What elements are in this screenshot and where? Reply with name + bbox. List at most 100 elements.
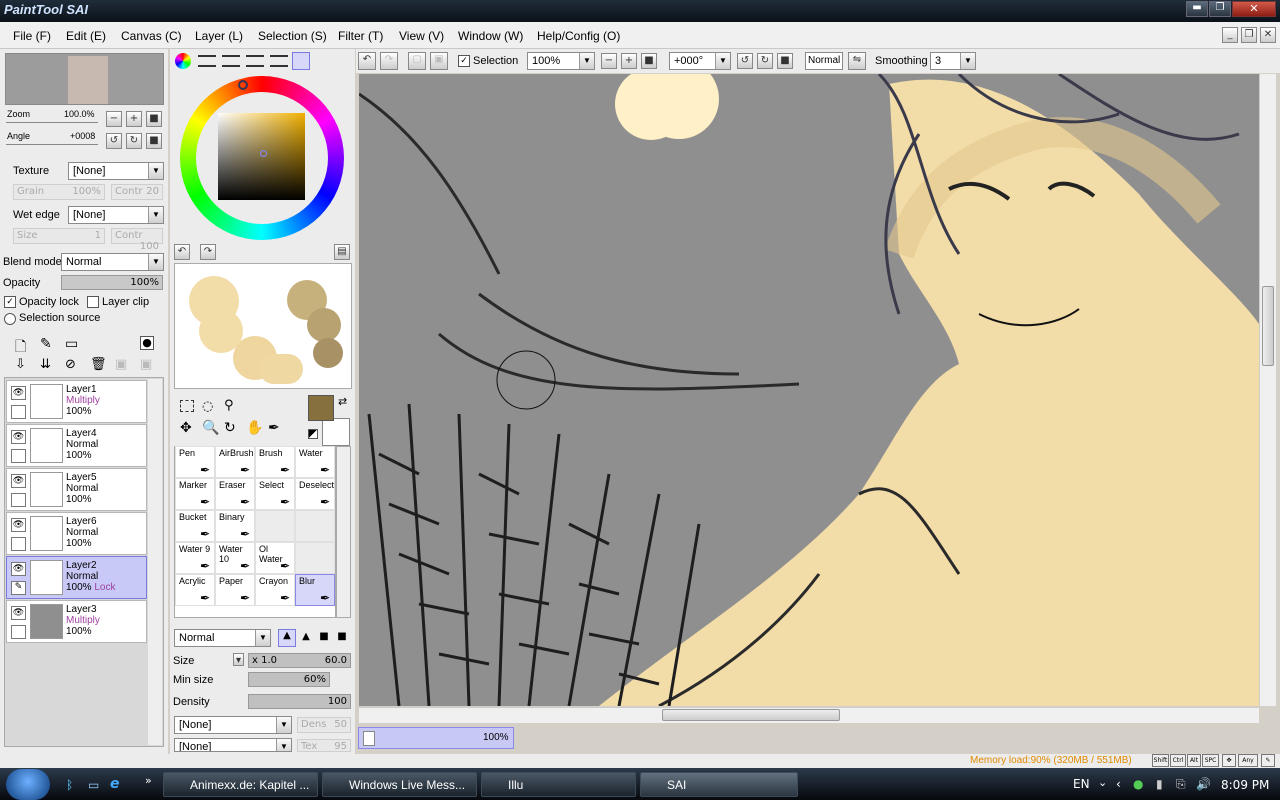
- clock[interactable]: 8:09 PM: [1221, 778, 1269, 792]
- selection-source-radio[interactable]: [4, 313, 16, 325]
- layer-row[interactable]: 👁 Layer6 Normal 100%: [6, 512, 147, 555]
- background-color-swatch[interactable]: [322, 418, 350, 446]
- opacity-lock-checkbox[interactable]: ✓: [4, 296, 16, 308]
- menu-canvas[interactable]: Canvas (C): [121, 29, 182, 43]
- menu-edit[interactable]: Edit (E): [66, 29, 106, 43]
- blend-mode-dropdown[interactable]: Normal ▼: [61, 253, 164, 271]
- show-desktop-icon[interactable]: ▭: [88, 778, 99, 792]
- redo-color-icon[interactable]: ↷: [200, 244, 216, 260]
- hsv-slider-mode-icon[interactable]: [222, 55, 240, 67]
- eye-icon[interactable]: 👁: [11, 518, 26, 532]
- transfer-down-icon[interactable]: ⇩: [15, 357, 26, 372]
- tool-crayon[interactable]: Crayon ✒: [255, 574, 295, 606]
- vertical-scroll-thumb[interactable]: [1262, 286, 1274, 366]
- network-icon[interactable]: ⎘: [1176, 777, 1186, 792]
- menu-file[interactable]: File (F): [13, 29, 51, 43]
- start-button[interactable]: [6, 769, 50, 800]
- canvas-angle-dropdown[interactable]: +000° ▼: [669, 52, 731, 70]
- wet-edge-dropdown[interactable]: [None] ▼: [68, 206, 164, 224]
- navigator-preview[interactable]: [5, 53, 164, 105]
- layer-clip-checkbox[interactable]: [87, 296, 99, 308]
- layer-lock-toggle[interactable]: [11, 625, 26, 639]
- clear-layer-icon[interactable]: ⊘: [65, 357, 76, 372]
- rgb-slider-mode-icon[interactable]: [198, 55, 216, 67]
- rotate-reset-button[interactable]: ■: [146, 133, 162, 149]
- layer-lock-toggle[interactable]: [11, 493, 26, 507]
- layer-row[interactable]: 👁 Layer1 Multiply 100%: [6, 380, 147, 423]
- canvas-rotate-left-button[interactable]: ↺: [737, 53, 753, 69]
- layer-lock-toggle[interactable]: [11, 537, 26, 551]
- tool-bucket[interactable]: Bucket ✒: [175, 510, 215, 542]
- layer-row-selected[interactable]: 👁 ✎ Layer2 Normal 100% Lock: [6, 556, 147, 599]
- density-slider[interactable]: 100: [248, 694, 351, 709]
- layer-row[interactable]: 👁 Layer5 Normal 100%: [6, 468, 147, 511]
- canvas-zoom-out-button[interactable]: −: [601, 53, 617, 69]
- tray-app-icon[interactable]: ●: [1133, 777, 1143, 791]
- brush-texture-dropdown[interactable]: [None] ▼: [174, 716, 292, 734]
- menu-window[interactable]: Window (W): [458, 29, 523, 43]
- canvas-zoom-dropdown[interactable]: 100% ▼: [527, 52, 595, 70]
- tool-ol-water[interactable]: Ol Water ✒: [255, 542, 295, 574]
- color-wheel-mode-icon[interactable]: [175, 53, 191, 69]
- tool-brush[interactable]: Brush ✒: [255, 446, 295, 478]
- rotate-left-button[interactable]: ↺: [106, 133, 122, 149]
- magic-wand-icon[interactable]: ⚲: [224, 398, 234, 413]
- quicklaunch-more-icon[interactable]: »: [145, 774, 152, 787]
- canvas[interactable]: [359, 74, 1259, 706]
- merge-down-icon[interactable]: ⇊: [40, 357, 51, 372]
- menu-view[interactable]: View (V): [399, 29, 444, 43]
- volume-icon[interactable]: 🔊: [1196, 777, 1211, 791]
- horizontal-scroll-thumb[interactable]: [662, 709, 840, 721]
- menu-filter[interactable]: Filter (T): [338, 29, 383, 43]
- tool-grid-scrollbar[interactable]: [336, 446, 351, 618]
- hand-icon[interactable]: ✋: [246, 420, 263, 436]
- smoothing-dropdown[interactable]: 3 ▼: [930, 52, 976, 70]
- new-linework-layer-icon[interactable]: ✎: [40, 336, 52, 352]
- swap-colors-icon[interactable]: ⇄: [338, 395, 347, 408]
- zoom-in-button[interactable]: +: [126, 111, 142, 127]
- brush-shape-flat-icon[interactable]: ■: [316, 631, 332, 645]
- language-indicator[interactable]: EN: [1073, 777, 1090, 791]
- zoom-value[interactable]: 100.0%: [64, 109, 95, 119]
- close-button[interactable]: ✕: [1232, 1, 1276, 17]
- restore-button[interactable]: ❐: [1209, 1, 1231, 17]
- eye-icon[interactable]: 👁: [11, 474, 26, 488]
- tool-marker[interactable]: Marker ✒: [175, 478, 215, 510]
- minimize-button[interactable]: ▬: [1186, 1, 1208, 17]
- tool-pen[interactable]: Pen ✒: [175, 446, 215, 478]
- tool-deselect[interactable]: Deselect ✒: [295, 478, 335, 510]
- undo-icon[interactable]: ↶: [358, 52, 376, 70]
- layer-row[interactable]: 👁 Layer4 Normal 100%: [6, 424, 147, 467]
- tray-expand-icon[interactable]: ‹: [1116, 777, 1121, 791]
- color-wheel[interactable]: [180, 76, 344, 240]
- tool-water[interactable]: Water ✒: [295, 446, 335, 478]
- tool-airbrush[interactable]: AirBrush ✒: [215, 446, 255, 478]
- scratchpad[interactable]: [174, 263, 352, 389]
- undo-color-icon[interactable]: ↶: [174, 244, 190, 260]
- eye-icon[interactable]: 👁: [11, 430, 26, 444]
- task-windows-live[interactable]: Windows Live Mess...: [322, 772, 477, 797]
- min-size-slider[interactable]: 60%: [248, 672, 330, 687]
- rotate-right-button[interactable]: ↻: [126, 133, 142, 149]
- doc-minimize-button[interactable]: _: [1222, 27, 1238, 43]
- menu-help-config[interactable]: Help/Config (O): [537, 29, 620, 43]
- tool-paper[interactable]: Paper ✒: [215, 574, 255, 606]
- swatches-mode-icon[interactable]: [246, 55, 264, 67]
- zoom-reset-button[interactable]: ■: [146, 111, 162, 127]
- angle-slider[interactable]: [6, 144, 98, 145]
- pen-icon[interactable]: ✎: [11, 581, 26, 595]
- new-folder-icon[interactable]: ▭: [65, 336, 78, 352]
- scratchpad-mode-icon[interactable]: [270, 55, 288, 67]
- menu-layer[interactable]: Layer (L): [195, 29, 243, 43]
- ie-icon[interactable]: e: [110, 776, 120, 792]
- tool-binary[interactable]: Binary ✒: [215, 510, 255, 542]
- doc-close-button[interactable]: ✕: [1260, 27, 1276, 43]
- canvas-rotate-right-button[interactable]: ↻: [757, 53, 773, 69]
- lasso-icon[interactable]: ◌: [202, 399, 213, 414]
- layer-lock-toggle[interactable]: [11, 449, 26, 463]
- brush-texture2-dropdown[interactable]: [None] ▼: [174, 738, 292, 752]
- trash-icon[interactable]: 🗑: [90, 357, 107, 372]
- rect-select-icon[interactable]: [180, 400, 194, 412]
- selection-checkbox[interactable]: ✓: [458, 55, 470, 67]
- brush-blend-dropdown[interactable]: Normal ▼: [174, 629, 271, 647]
